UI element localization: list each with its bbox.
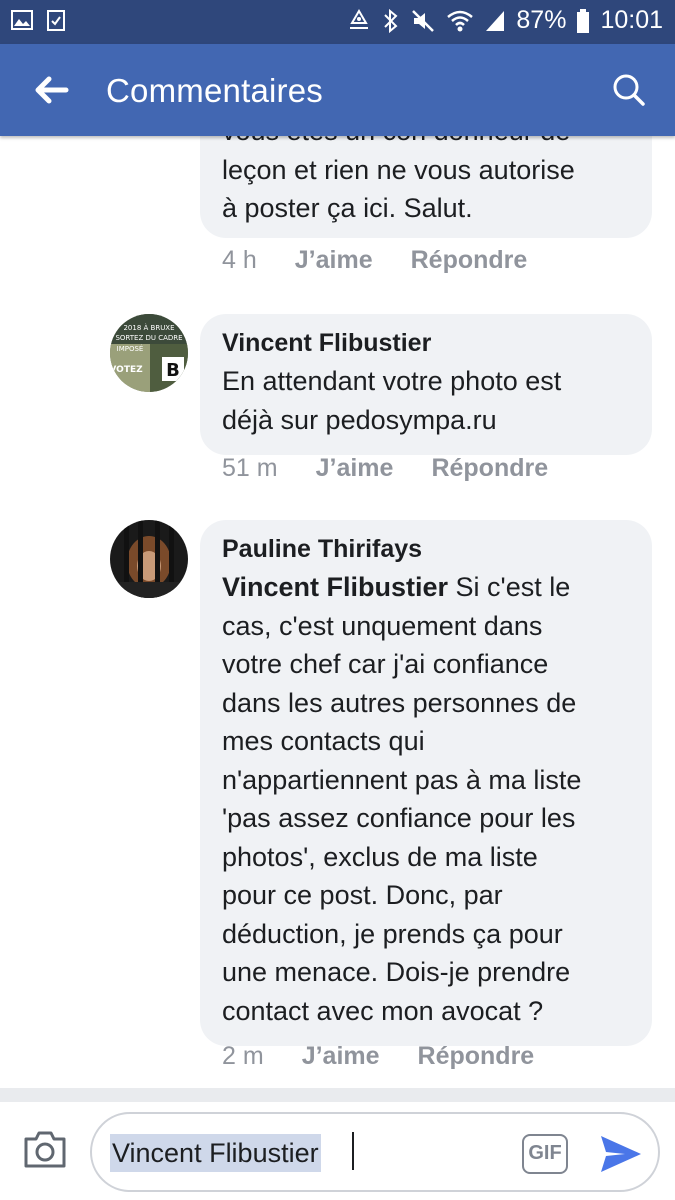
comment-time: 51 m xyxy=(222,454,278,482)
comment-meta: 51 m J’aime Répondre xyxy=(222,454,548,483)
search-icon xyxy=(613,74,645,106)
arrow-left-icon xyxy=(35,76,69,104)
comment-meta: 2 m J’aime Répondre xyxy=(222,1042,534,1071)
svg-text:VOTEZ: VOTEZ xyxy=(110,365,143,375)
like-button[interactable]: J’aime xyxy=(295,246,373,275)
mention-link[interactable]: Vincent Flibustier xyxy=(222,572,448,602)
comment-input[interactable]: Vincent Flibustier GIF xyxy=(90,1112,660,1192)
camera-icon xyxy=(24,1131,66,1168)
svg-text:2018 À BRUXE: 2018 À BRUXE xyxy=(123,323,174,332)
comment-author[interactable]: Vincent Flibustier xyxy=(222,328,630,358)
like-button[interactable]: J’aime xyxy=(316,454,394,483)
camera-button[interactable] xyxy=(22,1128,68,1170)
signal-icon xyxy=(486,10,505,31)
comment-bubble: Pauline Thirifays Vincent Flibustier Si … xyxy=(200,520,652,1046)
reply-button[interactable]: Répondre xyxy=(411,246,528,275)
composer-divider xyxy=(0,1088,675,1102)
avatar[interactable]: 2018 À BRUXE SORTEZ DU CADRE IMPOSÉ VOTE… xyxy=(110,314,188,392)
svg-text:SORTEZ DU CADRE: SORTEZ DU CADRE xyxy=(115,334,182,342)
app-bar: Commentaires xyxy=(0,44,675,136)
comment-bubble: Vincent Flibustier En attendant votre ph… xyxy=(200,314,652,455)
comment-text: En attendant votre photo est déjà sur pe… xyxy=(222,366,562,435)
text-caret xyxy=(352,1132,354,1170)
comment-text: Vincent Flibustier Si c'est le cas, c'es… xyxy=(222,572,582,1026)
clock: 10:01 xyxy=(600,6,663,34)
comment-author[interactable]: Pauline Thirifays xyxy=(222,534,630,564)
reply-button[interactable]: Répondre xyxy=(431,454,548,483)
status-bar: 87% 10:01 xyxy=(0,0,675,44)
comment-meta: 4 h J’aime Répondre xyxy=(222,246,527,275)
recycle-icon xyxy=(350,8,369,29)
reply-button[interactable]: Répondre xyxy=(418,1042,535,1071)
comment-time: 4 h xyxy=(222,246,257,274)
back-button[interactable] xyxy=(30,70,74,110)
gif-button[interactable]: GIF xyxy=(522,1134,568,1174)
search-button[interactable] xyxy=(609,70,649,110)
mute-icon xyxy=(412,9,435,32)
comment-composer: Vincent Flibustier GIF xyxy=(0,1102,675,1200)
battery-percent: 87% xyxy=(516,6,567,34)
send-icon xyxy=(601,1136,641,1172)
avatar[interactable] xyxy=(110,520,188,598)
svg-text:IMPOSÉ: IMPOSÉ xyxy=(117,344,144,353)
wifi-icon xyxy=(447,10,474,31)
comment-bubble: vous êtes un con donneur de leçon et rie… xyxy=(200,136,652,238)
clipboard-check-icon xyxy=(44,8,68,32)
send-button[interactable] xyxy=(597,1130,645,1178)
comments-feed[interactable]: vous êtes un con donneur de leçon et rie… xyxy=(0,136,675,1088)
like-button[interactable]: J’aime xyxy=(302,1042,380,1071)
bluetooth-icon xyxy=(384,8,398,33)
comment-text: vous êtes un con donneur de leçon et rie… xyxy=(222,136,575,223)
battery-icon xyxy=(577,8,590,33)
gallery-icon xyxy=(10,8,34,32)
svg-text:B: B xyxy=(166,360,180,381)
page-title: Commentaires xyxy=(106,72,323,109)
comment-input-value[interactable]: Vincent Flibustier xyxy=(110,1134,321,1172)
comment-time: 2 m xyxy=(222,1042,264,1070)
